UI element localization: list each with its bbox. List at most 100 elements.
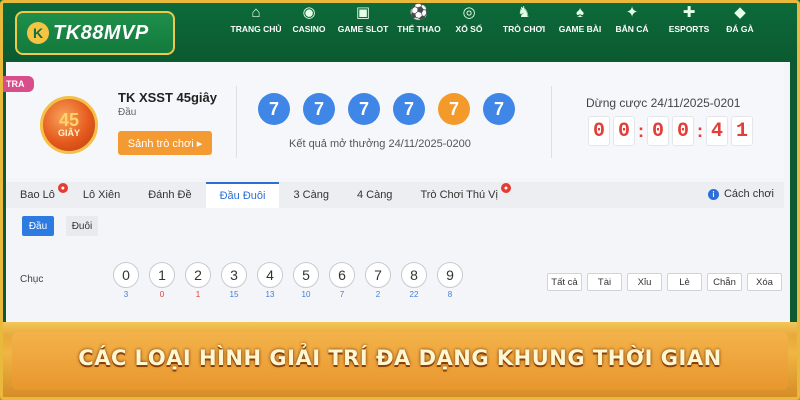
header-divider: [236, 86, 237, 158]
game-hall-button[interactable]: Sảnh trò chơi ▸: [118, 131, 212, 155]
subtab-1[interactable]: Đầu: [22, 216, 54, 236]
result-ball: 7: [393, 93, 425, 125]
tab-3[interactable]: Đánh Đề: [134, 182, 205, 208]
lottery-ball-icon: ◎: [462, 4, 476, 21]
timer-digit: 0: [613, 116, 635, 146]
tab-2[interactable]: Lô Xiên: [69, 182, 134, 208]
number-ball[interactable]: 8: [401, 262, 427, 288]
nav-item[interactable]: ⌂ TRANG CHỦ: [226, 0, 286, 62]
timer-digit: 1: [731, 116, 753, 146]
number-frequency: 3: [123, 290, 129, 299]
nav-item-label: BẮN CÁ: [615, 24, 649, 34]
home-icon: ⌂: [251, 4, 261, 21]
number-ball[interactable]: 4: [257, 262, 283, 288]
logo-mark-icon: K: [27, 22, 49, 44]
nav-item[interactable]: ◆ ĐÁ GÀ: [720, 0, 760, 62]
nav-item[interactable]: ♞ TRÒ CHƠI: [494, 0, 554, 62]
tab-1[interactable]: Bao Lô ●: [6, 182, 69, 208]
nav-item[interactable]: ♠ GAME BÀI: [554, 0, 606, 62]
quick-select-button[interactable]: Xỉu: [627, 273, 662, 291]
timer-colon: :: [638, 120, 644, 141]
quick-select-button[interactable]: Xóa: [747, 273, 782, 291]
number-ball[interactable]: 9: [437, 262, 463, 288]
nav-item-label: GAME BÀI: [558, 24, 602, 34]
timer-digit: 0: [647, 116, 669, 146]
nav-item-label: TRANG CHỦ: [230, 24, 282, 34]
number-option[interactable]: 4 13: [257, 262, 283, 299]
number-ball[interactable]: 6: [329, 262, 355, 288]
number-ball[interactable]: 7: [365, 262, 391, 288]
tab-6[interactable]: 4 Càng: [343, 182, 406, 208]
nav-item-label: ĐÁ GÀ: [726, 24, 754, 34]
number-option[interactable]: 72: [365, 262, 391, 299]
tab-label: 3 Càng: [293, 189, 329, 201]
result-ball: 7: [348, 93, 380, 125]
number-ball[interactable]: 1: [149, 262, 175, 288]
game-title: TK XSST 45giây: [118, 90, 217, 105]
number-option[interactable]: 03: [113, 262, 139, 299]
nav-item[interactable]: ◉ CASINO: [286, 0, 332, 62]
number-option[interactable]: 67: [329, 262, 355, 299]
quick-select-button[interactable]: Chẵn: [707, 273, 742, 291]
number-frequency: 10: [301, 290, 311, 299]
tab-7[interactable]: Trò Chơi Thú Vị ●: [406, 182, 512, 208]
soccer-ball-icon: ⚽: [409, 4, 429, 21]
quick-select-button[interactable]: Tất cả: [547, 273, 582, 291]
tab-5[interactable]: 3 Càng: [279, 182, 342, 208]
result-balls: 777777: [258, 93, 528, 125]
chess-piece-icon: ♞: [517, 4, 531, 21]
nav-item-label: TRÒ CHƠI: [502, 24, 546, 34]
quick-select-button[interactable]: Lẻ: [667, 273, 702, 291]
tab-label: Đánh Đề: [148, 189, 192, 201]
timer-digit: 0: [588, 116, 610, 146]
result-ball: 7: [258, 93, 290, 125]
tab-label: 4 Càng: [356, 189, 393, 201]
number-ball[interactable]: 3: [221, 262, 247, 288]
sub-tabs: Đầu Đuôi: [22, 216, 110, 236]
timer-colon: :: [697, 120, 703, 141]
game-logo-unit: GIÂY: [57, 128, 80, 138]
nav-item[interactable]: ⚽ THỂ THAO: [394, 0, 444, 62]
casino-chip-icon: ◉: [302, 4, 316, 21]
brand-logo[interactable]: K TK88MVP: [15, 11, 175, 55]
hot-badge-icon: ●: [57, 183, 68, 193]
number-ball[interactable]: 0: [113, 262, 139, 288]
quick-select-button[interactable]: Tài: [587, 273, 622, 291]
promo-banner-text: CÁC LOẠI HÌNH GIẢI TRÍ ĐA DẠNG KHUNG THỜ…: [78, 346, 722, 370]
side-promo-tag[interactable]: TRA: [0, 76, 34, 92]
result-ball: 7: [303, 93, 335, 125]
nav-item[interactable]: ◎ XỔ SỐ: [444, 0, 494, 62]
nav-item-label: XỔ SỐ: [455, 24, 483, 34]
bet-type-tabs: Bao Lô ● Lô Xiên Đánh Đề Đầu Đuôi 3 Càng 4 Càn…: [6, 182, 784, 208]
number-option[interactable]: 21: [185, 262, 211, 299]
top-navigation-bar: K TK88MVP ⌂ TRANG CHỦ ◉ CASINO ▣ GAME SLOT ⚽ TH…: [0, 0, 800, 62]
number-option[interactable]: 5 10: [293, 262, 319, 299]
number-ball[interactable]: 5: [293, 262, 319, 288]
playing-card-icon: ♠: [576, 4, 584, 21]
result-ball: 7: [483, 93, 515, 125]
nav-item[interactable]: ▣ GAME SLOT: [332, 0, 394, 62]
nav-item-label: ESPORTS: [668, 24, 710, 34]
result-ball: 7: [438, 93, 470, 125]
tab-label: Bao Lô: [20, 189, 55, 201]
result-text: Kết quả mở thưởng 24/11/2025-0200: [289, 138, 471, 150]
number-option[interactable]: 10: [149, 262, 175, 299]
number-option[interactable]: 8 22: [401, 262, 427, 299]
number-frequency: 1: [195, 290, 201, 299]
nav-item[interactable]: ✚ ESPORTS: [658, 0, 720, 62]
hot-badge-icon: ●: [500, 183, 511, 193]
header-divider: [551, 86, 552, 158]
how-to-play-link[interactable]: i Cách chơi: [707, 188, 774, 200]
number-frequency: 0: [159, 290, 165, 299]
gamepad-icon: ✚: [682, 4, 696, 21]
number-frequency: 7: [339, 290, 345, 299]
number-option[interactable]: 3 15: [221, 262, 247, 299]
number-option[interactable]: 98: [437, 262, 463, 299]
tab-4[interactable]: Đầu Đuôi: [205, 182, 280, 208]
number-ball[interactable]: 2: [185, 262, 211, 288]
number-frequency: 8: [447, 290, 453, 299]
nav-item[interactable]: ✦ BẮN CÁ: [606, 0, 658, 62]
subtab-2[interactable]: Đuôi: [66, 216, 98, 236]
nav-item-label: CASINO: [292, 24, 326, 34]
number-frequency: 13: [265, 290, 275, 299]
